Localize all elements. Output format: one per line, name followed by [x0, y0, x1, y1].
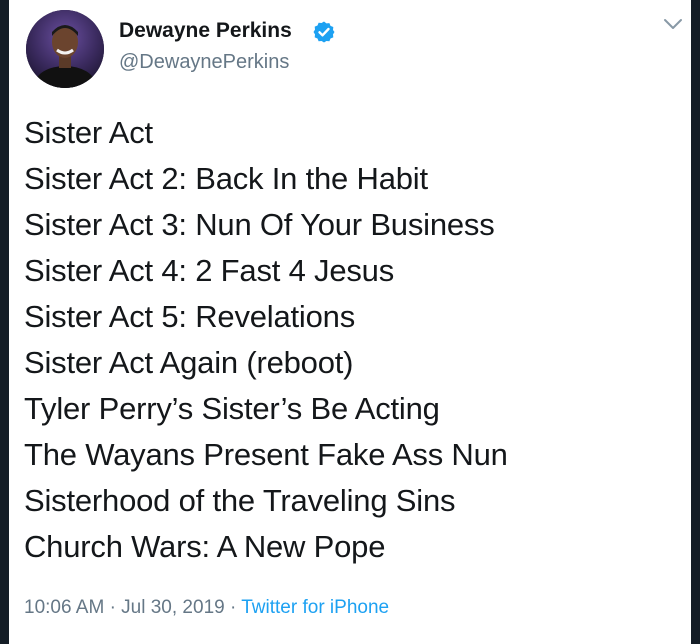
- tweet-line: Sister Act 4: 2 Fast 4 Jesus: [24, 253, 395, 288]
- tweet-date[interactable]: Jul 30, 2019: [121, 597, 225, 618]
- tweet-line: Sister Act 5: Revelations: [24, 299, 355, 334]
- profile-photo-icon: [26, 10, 104, 88]
- tweet-time[interactable]: 10:06 AM: [24, 597, 104, 618]
- verified-badge-icon: [313, 21, 335, 43]
- tweet-line: Sister Act 3: Nun Of Your Business: [24, 207, 495, 242]
- tweet-line: The Wayans Present Fake Ass Nun: [24, 437, 508, 472]
- author-display-name[interactable]: Dewayne Perkins: [119, 18, 292, 44]
- tweet-line: Sisterhood of the Traveling Sins: [24, 483, 456, 518]
- tweet-metadata: 10:06 AM · Jul 30, 2019 · Twitter for iP…: [24, 596, 389, 620]
- tweet-line: Church Wars: A New Pope: [24, 529, 386, 564]
- tweet-line: Sister Act 2: Back In the Habit: [24, 161, 428, 196]
- author-handle[interactable]: @DewaynePerkins: [119, 50, 289, 74]
- screenshot-frame: Dewayne Perkins @DewaynePerkins Sister A…: [0, 0, 700, 644]
- tweet-line: Sister Act Again (reboot): [24, 345, 354, 380]
- tweet-card: Dewayne Perkins @DewaynePerkins Sister A…: [9, 0, 691, 644]
- avatar[interactable]: [26, 10, 104, 88]
- tweet-line: Tyler Perry’s Sister’s Be Acting: [24, 391, 440, 426]
- tweet-text: Sister Act Sister Act 2: Back In the Hab…: [24, 110, 684, 570]
- chevron-down-icon[interactable]: [662, 16, 684, 32]
- tweet-line: Sister Act: [24, 115, 153, 150]
- meta-separator: ·: [109, 597, 116, 618]
- tweet-source-link[interactable]: Twitter for iPhone: [241, 597, 389, 618]
- meta-separator: ·: [229, 597, 237, 618]
